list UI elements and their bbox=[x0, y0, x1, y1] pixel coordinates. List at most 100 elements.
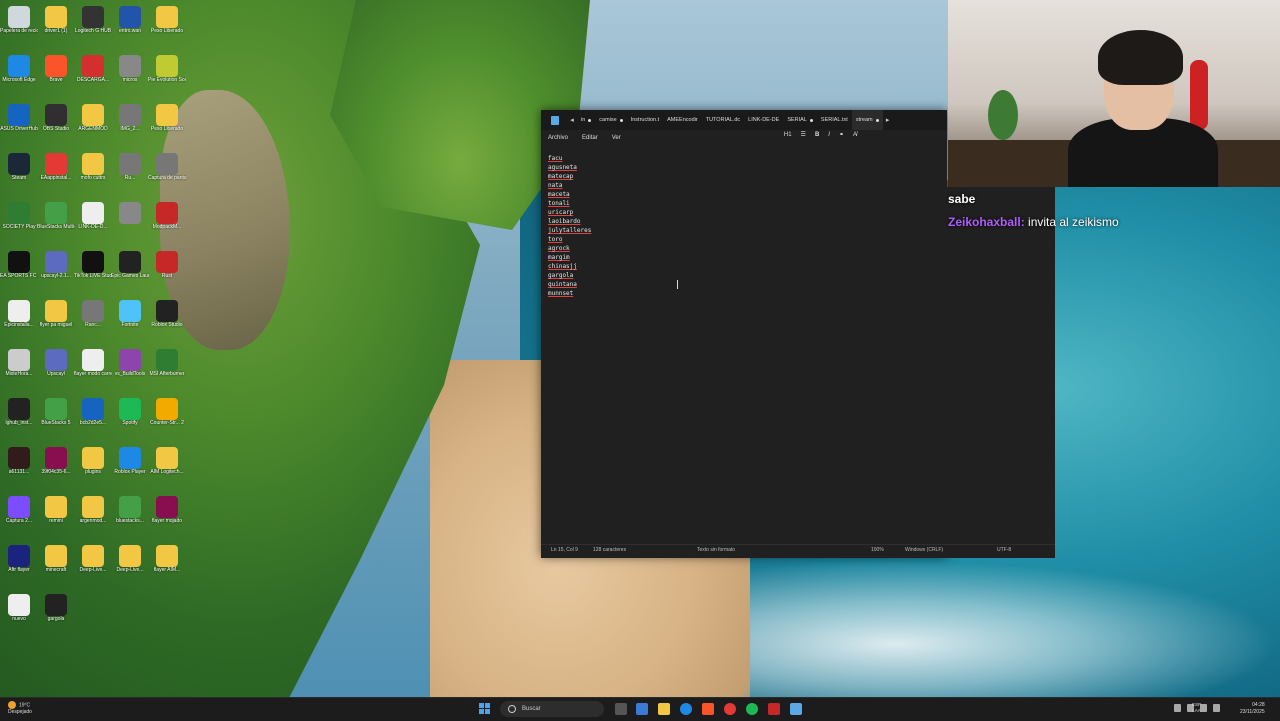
language-indicator[interactable]: ESP LAA bbox=[1192, 702, 1201, 714]
scroll-right-icon[interactable]: ▸ bbox=[883, 116, 893, 124]
desktop-icon[interactable]: flyer pa miguel bbox=[37, 298, 75, 344]
heading-dropdown[interactable]: H1 bbox=[784, 132, 792, 138]
desktop-icon[interactable]: Ru... bbox=[111, 151, 149, 197]
desktop-icon[interactable]: bluestacks... bbox=[111, 494, 149, 540]
chevron-up-icon[interactable] bbox=[1174, 704, 1181, 712]
desktop-icon[interactable]: a61131... bbox=[0, 445, 38, 491]
tab-8[interactable]: stream bbox=[851, 110, 883, 130]
spotify-icon[interactable] bbox=[746, 703, 758, 715]
desktop-icon[interactable]: Fortnite bbox=[111, 298, 149, 344]
desktop-icon[interactable]: Deep-Live... bbox=[74, 543, 112, 589]
desktop-icon[interactable]: MSI Afterburner bbox=[148, 347, 186, 393]
desktop-icon[interactable]: remini bbox=[37, 494, 75, 540]
desktop-icon[interactable]: minecraft bbox=[37, 543, 75, 589]
app-icon[interactable] bbox=[768, 703, 780, 715]
desktop-icon[interactable]: Upscayl bbox=[37, 347, 75, 393]
desktop-icon[interactable]: micros bbox=[111, 53, 149, 99]
desktop-icon[interactable]: Epicinstalla... bbox=[0, 298, 38, 344]
desktop-icon[interactable] bbox=[111, 200, 149, 246]
notepad-window[interactable]: ◂ in camise Instruction.t AMEEncodir TUTORIA… bbox=[541, 110, 947, 557]
bold-button[interactable]: B bbox=[815, 132, 819, 138]
desktop-icon[interactable]: Brave bbox=[37, 53, 75, 99]
windows-start-icon[interactable] bbox=[479, 703, 491, 715]
tab-2[interactable]: Instruction.t bbox=[627, 110, 663, 130]
desktop-icon[interactable]: DESCARGA... bbox=[74, 53, 112, 99]
desktop-icon[interactable]: ARGENMOD bbox=[74, 102, 112, 148]
link-icon[interactable]: ⚭ bbox=[839, 131, 844, 138]
desktop-icon[interactable]: flayer AIM... bbox=[148, 543, 186, 589]
menu-editar[interactable]: Editar bbox=[575, 135, 605, 141]
desktop-icon[interactable]: upscayl-2.1... bbox=[37, 249, 75, 295]
tab-0[interactable]: in bbox=[577, 110, 595, 130]
unsaved-dot-icon[interactable] bbox=[588, 118, 592, 122]
tab-6[interactable]: SERIAL bbox=[783, 110, 817, 130]
desktop-icon[interactable]: AIM Logitech... bbox=[148, 445, 186, 491]
desktop-icon[interactable]: BlueStacks 5 bbox=[37, 396, 75, 442]
desktop-icon[interactable]: IMG_2... bbox=[111, 102, 149, 148]
desktop-icon[interactable]: Steam bbox=[0, 151, 38, 197]
tab-1[interactable]: camise bbox=[595, 110, 626, 130]
desktop-icon[interactable]: Peso Liberado bbox=[148, 102, 186, 148]
desktop-icon[interactable]: mofo cuttrs bbox=[74, 151, 112, 197]
desktop-icon[interactable]: driver1 (1) bbox=[37, 4, 75, 50]
desktop-icon[interactable]: Captura 2... bbox=[0, 494, 38, 540]
desktop-icon[interactable]: flayer modo carrera bbox=[74, 347, 112, 393]
taskbar-clock[interactable]: 04:28 23/11/2025 bbox=[1240, 702, 1265, 716]
desktop-icon[interactable]: Pie Evolution Soccer bbox=[148, 53, 186, 99]
tab-4[interactable]: TUTORIAL.dc bbox=[702, 110, 744, 130]
desktop-icon[interactable]: EA SPORTS FC 26 bbox=[0, 249, 38, 295]
desktop-icon[interactable]: SOCIETY Play bbox=[0, 200, 38, 246]
italic-button[interactable]: I bbox=[828, 132, 830, 138]
chrome-icon[interactable] bbox=[724, 703, 736, 715]
desktop-icon[interactable]: Logitech G HUB bbox=[74, 4, 112, 50]
desktop-icon[interactable]: Deep-Live... bbox=[111, 543, 149, 589]
status-zoom[interactable]: 100% bbox=[871, 547, 884, 553]
desktop-icon[interactable]: entro.wan bbox=[111, 4, 149, 50]
menu-archivo[interactable]: Archivo bbox=[541, 135, 575, 141]
desktop-icon[interactable]: Roblox Studio bbox=[148, 298, 186, 344]
desktop-icon[interactable]: MisteHora... bbox=[0, 347, 38, 393]
desktop-icon[interactable]: TikTok LIVE Studio bbox=[74, 249, 112, 295]
notepad-taskbar-icon[interactable] bbox=[790, 703, 802, 715]
desktop-icon[interactable]: 39f04c35-6... bbox=[37, 445, 75, 491]
desktop-icon[interactable]: Ranc... bbox=[74, 298, 112, 344]
desktop-icon[interactable]: argenmod... bbox=[74, 494, 112, 540]
desktop-icon[interactable]: flayer mojado bbox=[148, 494, 186, 540]
desktop-icon[interactable]: bcb2d2e5... bbox=[74, 396, 112, 442]
desktop-icon[interactable]: Spotify bbox=[111, 396, 149, 442]
desktop-icon[interactable]: LINK-DE-D... bbox=[74, 200, 112, 246]
tab-7[interactable]: SERIAL.txt bbox=[817, 110, 852, 130]
desktop-icon[interactable]: Peso Liberado bbox=[148, 4, 186, 50]
desktop-icon[interactable]: ASUS DriverHub bbox=[0, 102, 38, 148]
desktop-icon[interactable]: Aftr flayer bbox=[0, 543, 38, 589]
brave-icon[interactable] bbox=[702, 703, 714, 715]
desktop-icon[interactable]: Microsoft Edge bbox=[0, 53, 38, 99]
text-editor[interactable]: facu agusneta matecap nata maceta tonali urica… bbox=[548, 154, 938, 544]
weather-widget[interactable]: 19°C Despejado bbox=[8, 701, 32, 716]
desktop-icon[interactable]: Captura de pantalla 2... bbox=[148, 151, 186, 197]
scroll-left-icon[interactable]: ◂ bbox=[567, 116, 577, 124]
task-view-icon[interactable] bbox=[615, 703, 627, 715]
desktop-icon[interactable]: Counter-Str... 2 bbox=[148, 396, 186, 442]
unsaved-dot-icon[interactable] bbox=[619, 118, 623, 122]
desktop-icon[interactable]: ModpackM... bbox=[148, 200, 186, 246]
tab-5[interactable]: LINK-DE-DE bbox=[744, 110, 783, 130]
volume-icon[interactable] bbox=[1200, 704, 1207, 712]
desktop-icon[interactable]: Epic Games Launcher bbox=[111, 249, 149, 295]
desktop-icon[interactable]: Roblox Player bbox=[111, 445, 149, 491]
battery-icon[interactable] bbox=[1213, 704, 1220, 712]
file-explorer-icon[interactable] bbox=[658, 703, 670, 715]
unsaved-dot-icon[interactable] bbox=[809, 118, 813, 122]
desktop-icon[interactable]: Papelera de reciclaje bbox=[0, 4, 38, 50]
desktop-icon[interactable]: EAappinstal... bbox=[37, 151, 75, 197]
unsaved-dot-icon[interactable] bbox=[875, 118, 879, 122]
taskbar-search[interactable]: Buscar bbox=[500, 701, 604, 717]
desktop-icon[interactable]: lghub_inst... bbox=[0, 396, 38, 442]
desktop-icon[interactable]: vs_BuildTools bbox=[111, 347, 149, 393]
desktop-icon[interactable]: nuevo bbox=[0, 592, 38, 638]
copilot-icon[interactable] bbox=[636, 703, 648, 715]
list-icon[interactable]: ☰ bbox=[801, 131, 806, 138]
desktop-icon[interactable]: gargola bbox=[37, 592, 75, 638]
desktop-icon[interactable]: plugins bbox=[74, 445, 112, 491]
edge-icon[interactable] bbox=[680, 703, 692, 715]
